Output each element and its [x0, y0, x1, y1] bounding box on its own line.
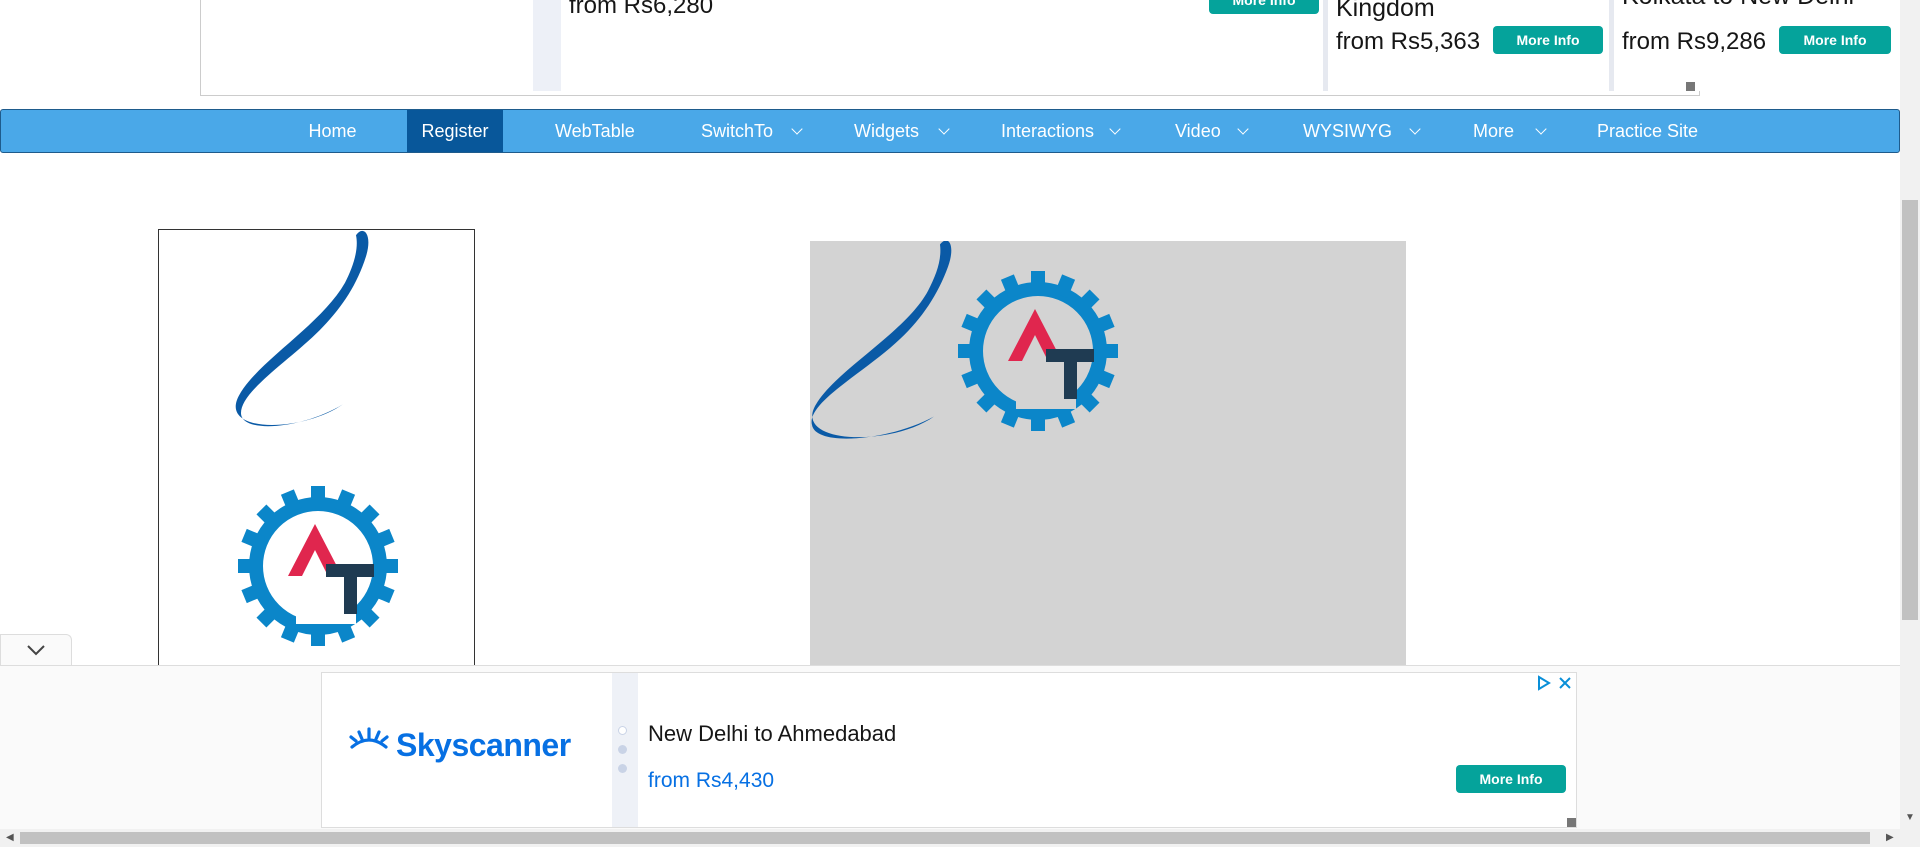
nav-interactions[interactable]: Interactions	[1001, 110, 1131, 152]
chevron-down-icon	[1109, 123, 1121, 135]
nav-video[interactable]: Video	[1175, 110, 1255, 152]
s-letter-logo	[811, 241, 952, 439]
bottom-ad-price: from Rs4,430	[648, 769, 775, 792]
chevron-down-icon[interactable]	[1, 635, 73, 667]
top-ad-banner[interactable]: from Rs6,280 More Info Kingdom from Rs5,…	[200, 0, 1894, 96]
carousel-dot[interactable]	[618, 764, 627, 773]
ad-card-1-more-info-button[interactable]: More Info	[1209, 0, 1319, 14]
nav-wysiwyg-label: WYSIWYG	[1303, 121, 1392, 141]
carousel-dot[interactable]	[618, 745, 627, 754]
nav-switchto[interactable]: SwitchTo	[701, 110, 811, 152]
nav-video-label: Video	[1175, 121, 1221, 141]
vertical-scrollbar-thumb[interactable]	[1902, 200, 1918, 620]
ad-card-3-title: Kolkata to New Delhi	[1622, 0, 1854, 11]
ad-card-3[interactable]: Kolkata to New Delhi from Rs9,286 More I…	[1614, 0, 1894, 91]
s-letter-logo	[235, 230, 369, 427]
bottom-ad-title: New Delhi to Ahmedabad	[648, 721, 897, 746]
nav-home-label: Home	[308, 121, 357, 141]
skyscanner-logo-text: Skyscanner	[396, 727, 571, 763]
logo-image-vertical[interactable]	[159, 230, 475, 669]
drag-source-box[interactable]	[158, 229, 475, 669]
gear-icon	[958, 271, 1118, 431]
nav-more-label: More	[1473, 121, 1515, 141]
carousel-dot[interactable]	[618, 726, 627, 735]
nav-home[interactable]: Home	[294, 110, 371, 152]
drop-target-box[interactable]	[810, 241, 1406, 667]
scroll-down-arrow-icon[interactable]: ▼	[1905, 812, 1915, 823]
nav-register[interactable]: Register	[407, 110, 503, 152]
nav-practice-site[interactable]: Practice Site	[1597, 110, 1707, 152]
gear-icon	[238, 486, 398, 646]
ad-card-1-price: from Rs6,280	[569, 0, 714, 19]
chevron-down-icon	[791, 123, 803, 135]
scroll-right-arrow-icon[interactable]: ▶	[1886, 832, 1894, 843]
collapse-ad-tab[interactable]	[0, 634, 72, 666]
nav-practice-site-label: Practice Site	[1597, 121, 1699, 141]
main-nav-bar: Home Register WebTable SwitchTo Widgets …	[0, 109, 1900, 153]
ad-card-2-more-info-button[interactable]: More Info	[1493, 26, 1603, 54]
chevron-down-icon	[1409, 123, 1421, 135]
nav-widgets[interactable]: Widgets	[854, 110, 964, 152]
nav-webtable-label: WebTable	[555, 121, 635, 141]
ad-side-strip	[533, 0, 561, 91]
close-icon[interactable]	[1558, 676, 1572, 690]
chevron-down-icon	[1535, 123, 1547, 135]
bottom-ad-banner[interactable]: Skyscanner New Delhi to Ahmedabad from R…	[321, 672, 1577, 828]
scroll-left-arrow-icon[interactable]: ◀	[6, 832, 14, 843]
horizontal-scrollbar-thumb[interactable]	[20, 832, 1870, 844]
nav-widgets-label: Widgets	[854, 121, 920, 141]
nav-switchto-label: SwitchTo	[701, 121, 774, 141]
nav-register-label: Register	[421, 121, 489, 141]
nav-more[interactable]: More	[1473, 110, 1553, 152]
nav-interactions-label: Interactions	[1001, 121, 1095, 141]
ad-card-1[interactable]: from Rs6,280 More Info	[561, 0, 1323, 91]
ad-card-3-price: from Rs9,286	[1622, 28, 1767, 55]
ad-card-2-title: Kingdom	[1336, 0, 1435, 22]
skyscanner-sun-icon	[349, 727, 389, 749]
chevron-down-icon	[1237, 123, 1249, 135]
ad-card-2-price: from Rs5,363	[1336, 28, 1481, 55]
ad-resize-icon[interactable]	[1686, 82, 1695, 91]
ad-card-2[interactable]: Kingdom from Rs5,363 More Info	[1328, 0, 1608, 91]
adchoices-icon[interactable]	[1536, 675, 1552, 691]
logo-image-horizontal[interactable]	[810, 241, 1406, 667]
bottom-ad-more-info-button[interactable]: More Info	[1456, 765, 1566, 793]
ad-resize-icon[interactable]	[1567, 818, 1576, 827]
nav-webtable[interactable]: WebTable	[555, 110, 635, 152]
chevron-down-icon	[938, 123, 950, 135]
ad-card-3-more-info-button[interactable]: More Info	[1779, 26, 1891, 54]
nav-wysiwyg[interactable]: WYSIWYG	[1303, 110, 1433, 152]
